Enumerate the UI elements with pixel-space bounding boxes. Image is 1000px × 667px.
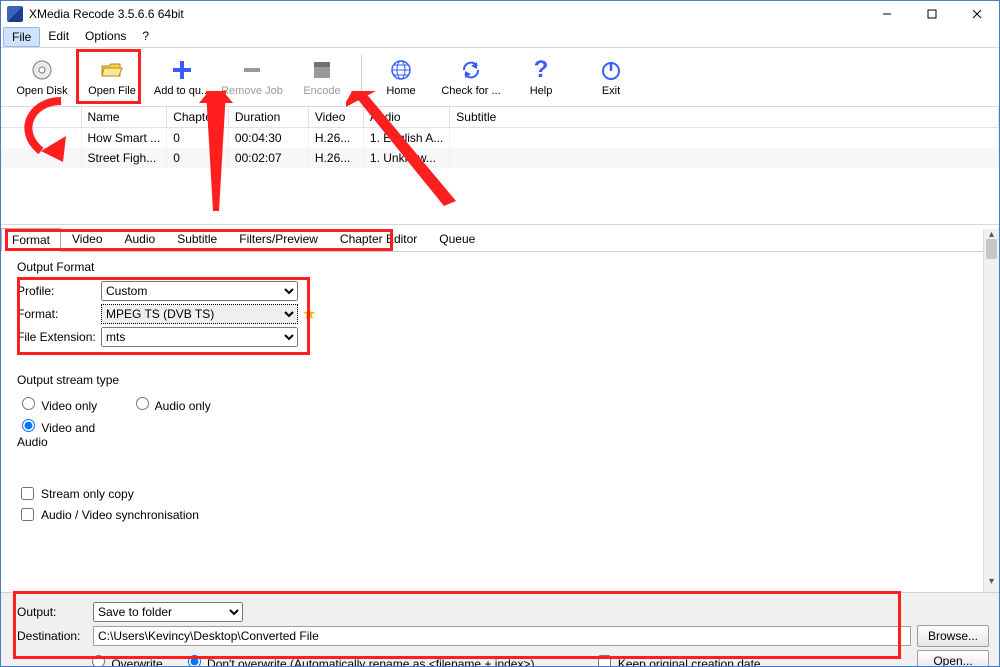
add-to-queue-button[interactable]: Add to qu... [147,49,217,105]
globe-icon [388,57,414,83]
window-controls [864,1,999,27]
col-chapters[interactable]: Chapters [167,107,229,128]
col-subtitle[interactable]: Subtitle [450,107,999,128]
menu-file[interactable]: File [3,27,40,47]
menu-edit[interactable]: Edit [40,27,77,47]
open-button[interactable]: Open... [917,650,989,667]
app-window: XMedia Recode 3.5.6.6 64bit File Edit Op… [0,0,1000,667]
overwrite-radio[interactable]: Overwrite [87,652,163,667]
close-button[interactable] [954,1,999,27]
col-name[interactable]: Name [81,107,167,128]
home-button[interactable]: Home [366,49,436,105]
question-icon: ? [528,57,554,83]
help-button[interactable]: ? Help [506,49,576,105]
keep-date-checkbox[interactable]: Keep original creation date [594,652,760,667]
plus-icon [169,57,195,83]
vertical-scrollbar[interactable]: ▴ ▾ [983,229,999,592]
video-only-radio[interactable]: Video only [17,394,101,413]
format-label: Format: [17,307,101,321]
exit-button[interactable]: Exit [576,49,646,105]
minimize-button[interactable] [864,1,909,27]
open-disk-button[interactable]: Open Disk [7,49,77,105]
table-row[interactable]: How Smart ... 0 00:04:30 H.26... 1. Engl… [1,128,999,149]
folder-open-icon [99,57,125,83]
clapperboard-icon [309,57,335,83]
minus-icon [239,57,265,83]
col-video[interactable]: Video [308,107,363,128]
col-duration[interactable]: Duration [228,107,308,128]
power-icon [598,57,624,83]
av-sync-checkbox[interactable]: Audio / Video synchronisation [17,505,987,524]
menu-options[interactable]: Options [77,27,134,47]
destination-input[interactable] [93,626,911,646]
refresh-icon [458,57,484,83]
file-extension-label: File Extension: [17,330,101,344]
tab-subtitle[interactable]: Subtitle [166,227,228,251]
tab-format[interactable]: Format [1,228,61,252]
format-select[interactable]: MPEG TS (DVB TS) [101,304,298,324]
menu-bar: File Edit Options ? [1,27,999,47]
disc-icon [29,57,55,83]
file-list-area: Name Chapters Duration Video Audio Subti… [1,107,999,225]
tab-video[interactable]: Video [61,227,113,251]
app-icon [7,6,23,22]
title-bar: XMedia Recode 3.5.6.6 64bit [1,1,999,27]
file-extension-select[interactable]: mts [101,327,298,347]
output-format-title: Output Format [17,256,987,278]
dont-overwrite-radio[interactable]: Don't overwrite (Automatically rename as… [183,652,535,667]
stream-copy-checkbox[interactable]: Stream only copy [17,484,987,503]
toolbar: Open Disk Open File Add to qu... Remove … [1,47,999,107]
browse-button[interactable]: Browse... [917,625,989,647]
output-label: Output: [17,605,87,619]
tab-queue[interactable]: Queue [428,227,486,251]
check-updates-button[interactable]: Check for ... [436,49,506,105]
file-list-table[interactable]: Name Chapters Duration Video Audio Subti… [1,107,999,168]
toolbar-separator [361,55,362,99]
tab-audio[interactable]: Audio [114,227,167,251]
encode-button[interactable]: Encode [287,49,357,105]
tab-chapters[interactable]: Chapter Editor [329,227,428,251]
output-panel: Output: Save to folder Destination: Brow… [1,592,999,666]
format-panel: Output Format Profile: Custom Format: MP… [1,252,999,546]
favorite-icon[interactable]: ★ [302,304,316,324]
destination-label: Destination: [17,629,87,643]
stream-type-title: Output stream type [17,369,987,391]
audio-only-radio[interactable]: Audio only [131,394,215,413]
output-mode-select[interactable]: Save to folder [93,602,243,622]
profile-label: Profile: [17,284,101,298]
col-audio[interactable]: Audio [363,107,449,128]
profile-select[interactable]: Custom [101,281,298,301]
tab-filters[interactable]: Filters/Preview [228,227,329,251]
video-and-audio-radio[interactable]: Video and Audio [17,416,101,449]
remove-job-button[interactable]: Remove Job [217,49,287,105]
window-title: XMedia Recode 3.5.6.6 64bit [29,7,184,21]
maximize-button[interactable] [909,1,954,27]
open-file-button[interactable]: Open File [77,49,147,105]
table-row[interactable]: Street Figh... 0 00:02:07 H.26... 1. Unk… [1,148,999,168]
menu-help[interactable]: ? [134,27,157,47]
tabs-row: Format Video Audio Subtitle Filters/Prev… [1,225,999,252]
